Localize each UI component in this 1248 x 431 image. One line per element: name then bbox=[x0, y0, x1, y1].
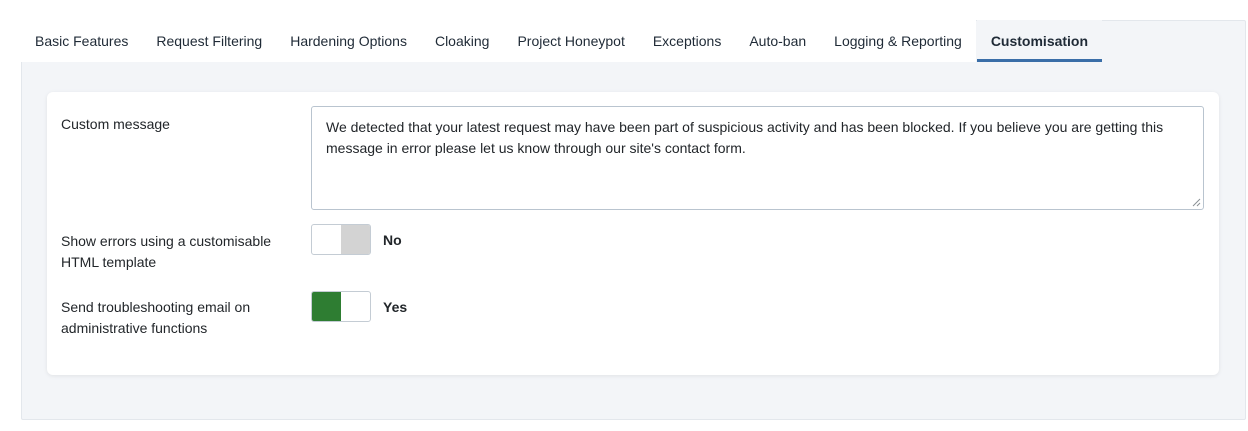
tab-cloaking[interactable]: Cloaking bbox=[420, 20, 504, 62]
custom-message-label: Custom message bbox=[61, 116, 170, 132]
custom-message-textarea[interactable]: We detected that your latest request may… bbox=[311, 106, 1204, 210]
tab-exceptions[interactable]: Exceptions bbox=[638, 20, 736, 62]
tab-basic-features[interactable]: Basic Features bbox=[21, 20, 143, 62]
toggle-right-half bbox=[341, 225, 370, 254]
troubleshooting-email-state: Yes bbox=[383, 299, 408, 315]
toggle-left-half bbox=[312, 225, 341, 254]
show-errors-label: Show errors using a customisable HTML te… bbox=[61, 233, 272, 270]
toggle-left-half bbox=[312, 292, 341, 321]
tab-project-honeypot[interactable]: Project Honeypot bbox=[503, 20, 639, 62]
tab-bar: Basic Features Request Filtering Hardeni… bbox=[21, 20, 1103, 62]
customisation-card: Custom message We detected that your lat… bbox=[47, 92, 1219, 375]
troubleshooting-email-toggle[interactable] bbox=[311, 291, 371, 322]
custom-message-text: We detected that your latest request may… bbox=[326, 119, 1164, 156]
tab-hardening-options[interactable]: Hardening Options bbox=[276, 20, 421, 62]
tab-request-filtering[interactable]: Request Filtering bbox=[142, 20, 277, 62]
show-errors-state: No bbox=[383, 232, 402, 248]
tab-logging-reporting[interactable]: Logging & Reporting bbox=[820, 20, 976, 62]
show-errors-toggle[interactable] bbox=[311, 224, 371, 255]
tab-auto-ban[interactable]: Auto-ban bbox=[735, 20, 821, 62]
troubleshooting-email-label: Send troubleshooting email on administra… bbox=[61, 299, 251, 336]
tab-customisation[interactable]: Customisation bbox=[976, 20, 1103, 62]
resize-grip-icon[interactable] bbox=[1192, 198, 1201, 207]
toggle-right-half bbox=[341, 292, 370, 321]
